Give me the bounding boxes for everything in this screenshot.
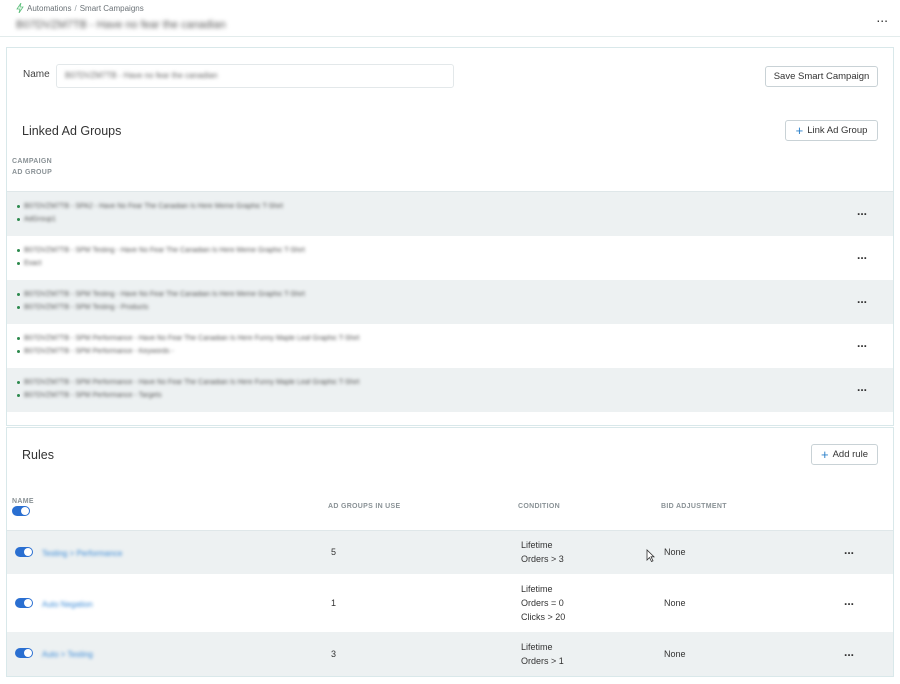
ad-group-label: B07DVZM7TB - SPM Testing - Products: [24, 304, 149, 311]
ad-group-label: AdGroup1: [24, 216, 56, 223]
ad-group-name: B07DVZM7TB - SPM Performance - Keywords …: [17, 348, 174, 355]
page-title: B07DVZM7TB - Have no fear the canadian: [16, 19, 226, 31]
status-dot-icon: [17, 350, 20, 353]
page-more-menu-icon[interactable]: ...: [876, 9, 888, 25]
column-header-bid-adjustment: BID ADJUSTMENT: [661, 503, 727, 510]
row-more-icon[interactable]: ...: [857, 380, 867, 394]
rule-toggle[interactable]: [15, 547, 33, 557]
rule-toggle[interactable]: [15, 648, 33, 658]
status-dot-icon: [17, 218, 20, 221]
ad-group-name: AdGroup1: [17, 216, 56, 223]
row-more-icon[interactable]: ...: [844, 645, 854, 659]
campaign-name: B07DVZM7TB - SPM Performance - Have No F…: [24, 335, 360, 342]
campaign-name: B07DVZM7TB - SPM Performance - Have No F…: [24, 379, 360, 386]
status-dot-icon: [17, 306, 20, 309]
row-more-icon[interactable]: ...: [844, 543, 854, 557]
ad-group-label: Exact: [24, 260, 42, 267]
name-input-value: B07DVZM7TB - Have no fear the canadian: [65, 71, 218, 80]
ad-group-campaign: B07DVZM7TB - SPM Testing - Have No Fear …: [17, 291, 305, 298]
ad-group-label: B07DVZM7TB - SPM Performance - Keywords …: [24, 348, 174, 355]
campaign-name: B07DVZM7TB - SPM Testing - Have No Fear …: [24, 291, 305, 298]
ad-group-row[interactable]: B07DVZM7TB - SPM Testing - Have No Fear …: [7, 280, 893, 324]
column-header-ad-group: AD GROUP: [12, 169, 53, 176]
lightning-icon: [16, 3, 24, 13]
rule-name-link[interactable]: Auto Negation: [42, 600, 93, 609]
status-dot-icon: [17, 249, 20, 252]
plus-icon: +: [821, 447, 829, 462]
name-label: Name: [23, 69, 50, 80]
row-more-icon[interactable]: ...: [857, 336, 867, 350]
rules-card: Rules + Add rule NAME AD GROUPS IN USE C…: [6, 427, 894, 677]
condition-line: Lifetime: [521, 584, 553, 594]
ad-group-label: B07DVZM7TB - SPM Performance - Targets: [24, 392, 162, 399]
status-dot-icon: [17, 381, 20, 384]
status-dot-icon: [17, 205, 20, 208]
ad-group-row[interactable]: B07DVZM7TB - SPM Testing - Have No Fear …: [7, 236, 893, 280]
ad-group-name: Exact: [17, 260, 42, 267]
rule-name-link[interactable]: Testing > Performance: [42, 549, 122, 558]
top-bar: Automations / Smart Campaigns B07DVZM7TB…: [0, 0, 900, 37]
ad-groups-count: 1: [331, 598, 337, 608]
add-rule-button[interactable]: + Add rule: [811, 444, 878, 465]
plus-icon: +: [795, 123, 804, 138]
bid-adjustment: None: [664, 598, 686, 608]
row-more-icon[interactable]: ...: [857, 248, 867, 262]
linked-ad-groups-title: Linked Ad Groups: [22, 124, 122, 138]
status-dot-icon: [17, 262, 20, 265]
rule-row[interactable]: Auto Negation 1 Lifetime Orders = 0 Clic…: [7, 574, 893, 632]
breadcrumb-separator: /: [74, 3, 77, 13]
status-dot-icon: [17, 293, 20, 296]
condition-line: Orders > 1: [521, 656, 564, 666]
rules-title: Rules: [22, 448, 54, 462]
add-rule-label: Add rule: [832, 449, 868, 460]
campaign-name: B07DVZM7TB - SPM Testing - Have No Fear …: [24, 247, 305, 254]
status-dot-icon: [17, 337, 20, 340]
bid-adjustment: None: [664, 649, 686, 659]
row-more-icon[interactable]: ...: [857, 292, 867, 306]
ad-group-row[interactable]: B07DVZM7TB - SPM Performance - Have No F…: [7, 324, 893, 368]
ad-group-row[interactable]: B07DVZM7TB - SPM Performance - Have No F…: [7, 368, 893, 412]
ad-groups-count: 5: [331, 547, 337, 557]
rule-name-link[interactable]: Auto > Testing: [42, 650, 93, 659]
breadcrumb: Automations / Smart Campaigns: [16, 3, 144, 13]
ad-groups-count: 3: [331, 649, 337, 659]
linked-ad-groups-card: Linked Ad Groups + Link Ad Group CAMPAIG…: [6, 104, 894, 426]
status-dot-icon: [17, 394, 20, 397]
toggle-all-rules[interactable]: [12, 506, 30, 516]
link-ad-group-button[interactable]: + Link Ad Group: [785, 120, 878, 141]
column-header-condition: CONDITION: [518, 503, 560, 510]
breadcrumb-item-smart-campaigns[interactable]: Smart Campaigns: [80, 4, 144, 13]
column-header-ad-groups-in-use: AD GROUPS IN USE: [328, 503, 401, 510]
ad-group-campaign: B07DVZM7TB - SPM Testing - Have No Fear …: [17, 247, 305, 254]
ad-group-campaign: B07DVZM7TB - SPA2 - Have No Fear The Can…: [17, 203, 283, 210]
rule-row[interactable]: Testing > Performance 5 Lifetime Orders …: [7, 531, 893, 574]
condition-line: Lifetime: [521, 540, 553, 550]
ad-group-campaign: B07DVZM7TB - SPM Performance - Have No F…: [17, 379, 360, 386]
mouse-cursor-icon: [646, 549, 655, 562]
name-input[interactable]: B07DVZM7TB - Have no fear the canadian: [56, 64, 454, 88]
rule-toggle[interactable]: [15, 598, 33, 608]
campaign-name: B07DVZM7TB - SPA2 - Have No Fear The Can…: [24, 203, 284, 210]
condition-line: Lifetime: [521, 642, 553, 652]
ad-group-row[interactable]: B07DVZM7TB - SPA2 - Have No Fear The Can…: [7, 192, 893, 236]
row-more-icon[interactable]: ...: [857, 204, 867, 218]
condition-line: Orders = 0: [521, 598, 564, 608]
ad-group-name: B07DVZM7TB - SPM Performance - Targets: [17, 392, 162, 399]
condition-line: Orders > 3: [521, 554, 564, 564]
link-ad-group-label: Link Ad Group: [807, 125, 868, 136]
breadcrumb-item-automations[interactable]: Automations: [27, 4, 71, 13]
ad-group-campaign: B07DVZM7TB - SPM Performance - Have No F…: [17, 335, 360, 342]
condition-line: Clicks > 20: [521, 612, 566, 622]
name-card: Name B07DVZM7TB - Have no fear the canad…: [6, 47, 894, 105]
rule-row[interactable]: Auto > Testing 3 Lifetime Orders > 1 Non…: [7, 632, 893, 676]
bid-adjustment: None: [664, 547, 686, 557]
column-header-campaign: CAMPAIGN: [12, 158, 52, 165]
save-smart-campaign-button[interactable]: Save Smart Campaign: [765, 66, 878, 87]
row-more-icon[interactable]: ...: [844, 594, 854, 608]
ad-group-name: B07DVZM7TB - SPM Testing - Products: [17, 304, 148, 311]
